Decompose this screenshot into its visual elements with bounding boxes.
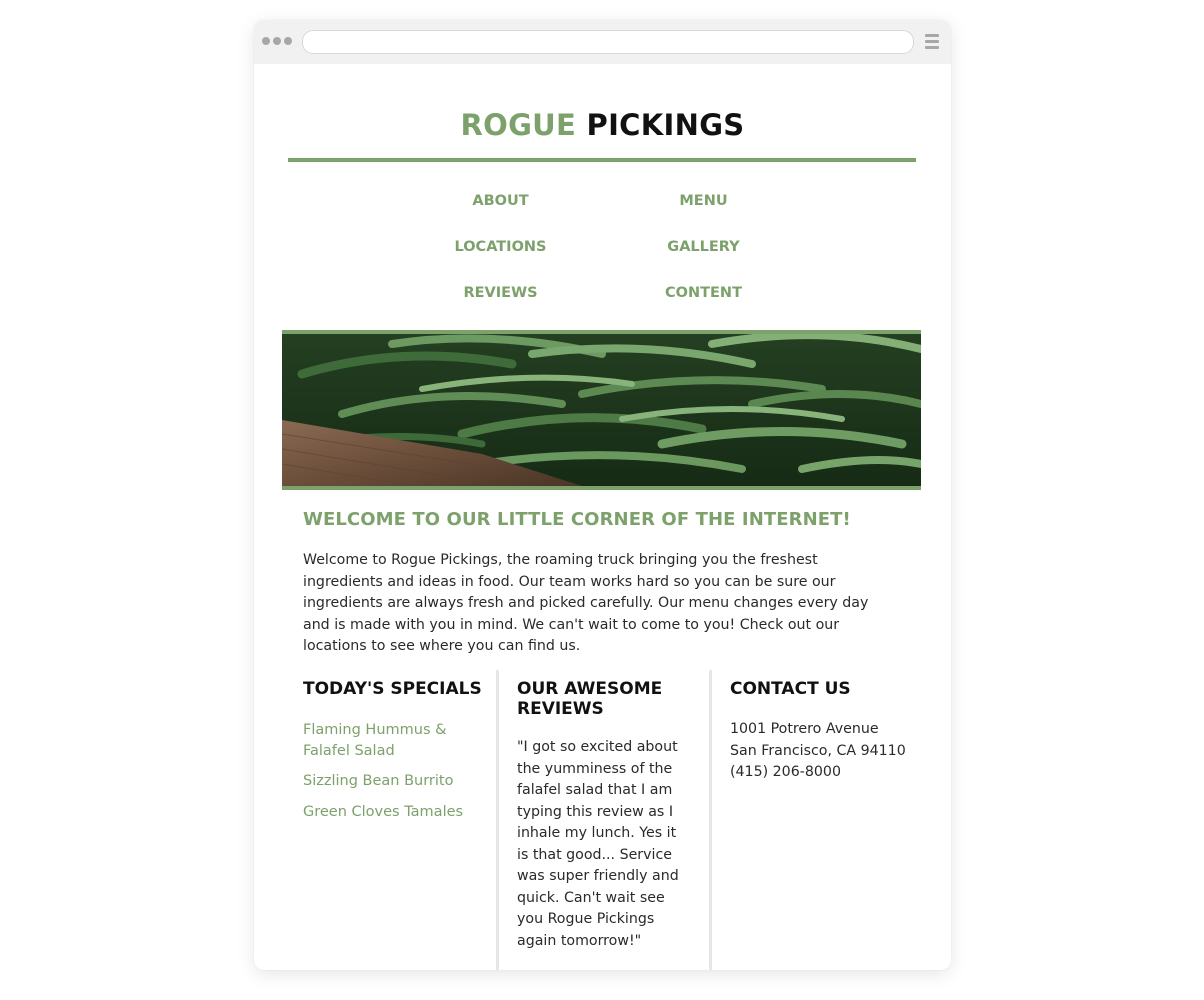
hero-image-green-beans [282,330,921,490]
contact-address-line1: 1001 Potrero Avenue [730,721,879,737]
logo-main-text: PICKINGS [576,108,745,142]
welcome-paragraph: Welcome to Rogue Pickings, the roaming t… [303,552,869,655]
info-columns: TODAY'S SPECIALS Flaming Hummus & Falafe… [282,670,924,970]
logo-accent-text: ROGUE [460,108,577,142]
contact-details: 1001 Potrero Avenue San Francisco, CA 94… [730,719,919,784]
specials-column: TODAY'S SPECIALS Flaming Hummus & Falafe… [303,670,493,970]
window-dot [262,37,270,45]
browser-toolbar [254,20,951,64]
site-logo[interactable]: ROGUE PICKINGS [254,108,951,142]
main-nav: ABOUT MENU LOCATIONS GALLERY REVIEWS CON… [399,182,804,320]
list-item: Green Cloves Tamales [303,801,493,822]
contact-address-line2: San Francisco, CA 94110 [730,742,906,759]
address-bar[interactable] [302,30,914,54]
nav-link-locations[interactable]: LOCATIONS [399,228,602,274]
nav-link-about[interactable]: ABOUT [399,182,602,228]
contact-column: CONTACT US 1001 Potrero Avenue San Franc… [709,670,919,970]
special-link[interactable]: Green Cloves Tamales [303,804,463,820]
window-dots-icon [262,37,295,46]
special-link[interactable]: Flaming Hummus & Falafel Salad [303,722,446,759]
specials-list: Flaming Hummus & Falafel Salad Sizzling … [303,719,493,821]
special-link[interactable]: Sizzling Bean Burrito [303,773,453,789]
list-item: Flaming Hummus & Falafel Salad [303,719,493,760]
nav-link-content[interactable]: CONTENT [602,274,805,320]
list-item: Sizzling Bean Burrito [303,770,493,791]
contact-phone[interactable]: (415) 206-8000 [730,762,919,784]
browser-window: ROGUE PICKINGS ABOUT MENU LOCATIONS GALL… [254,20,951,970]
reviews-column: OUR AWESOME REVIEWS "I got so excited ab… [496,670,696,970]
window-dot [284,37,292,45]
reviews-heading: OUR AWESOME REVIEWS [517,679,663,719]
nav-link-menu[interactable]: MENU [602,182,805,228]
review-text: "I got so excited about the yumminess of… [517,739,679,949]
hamburger-menu-icon[interactable] [925,34,939,50]
page-content: ROGUE PICKINGS ABOUT MENU LOCATIONS GALL… [254,64,951,970]
header-divider [288,158,916,162]
specials-heading: TODAY'S SPECIALS [303,679,482,699]
nav-link-reviews[interactable]: REVIEWS [399,274,602,320]
welcome-heading: WELCOME TO OUR LITTLE CORNER OF THE INTE… [303,509,851,530]
contact-heading: CONTACT US [730,679,851,699]
nav-link-gallery[interactable]: GALLERY [602,228,805,274]
window-dot [273,37,281,45]
